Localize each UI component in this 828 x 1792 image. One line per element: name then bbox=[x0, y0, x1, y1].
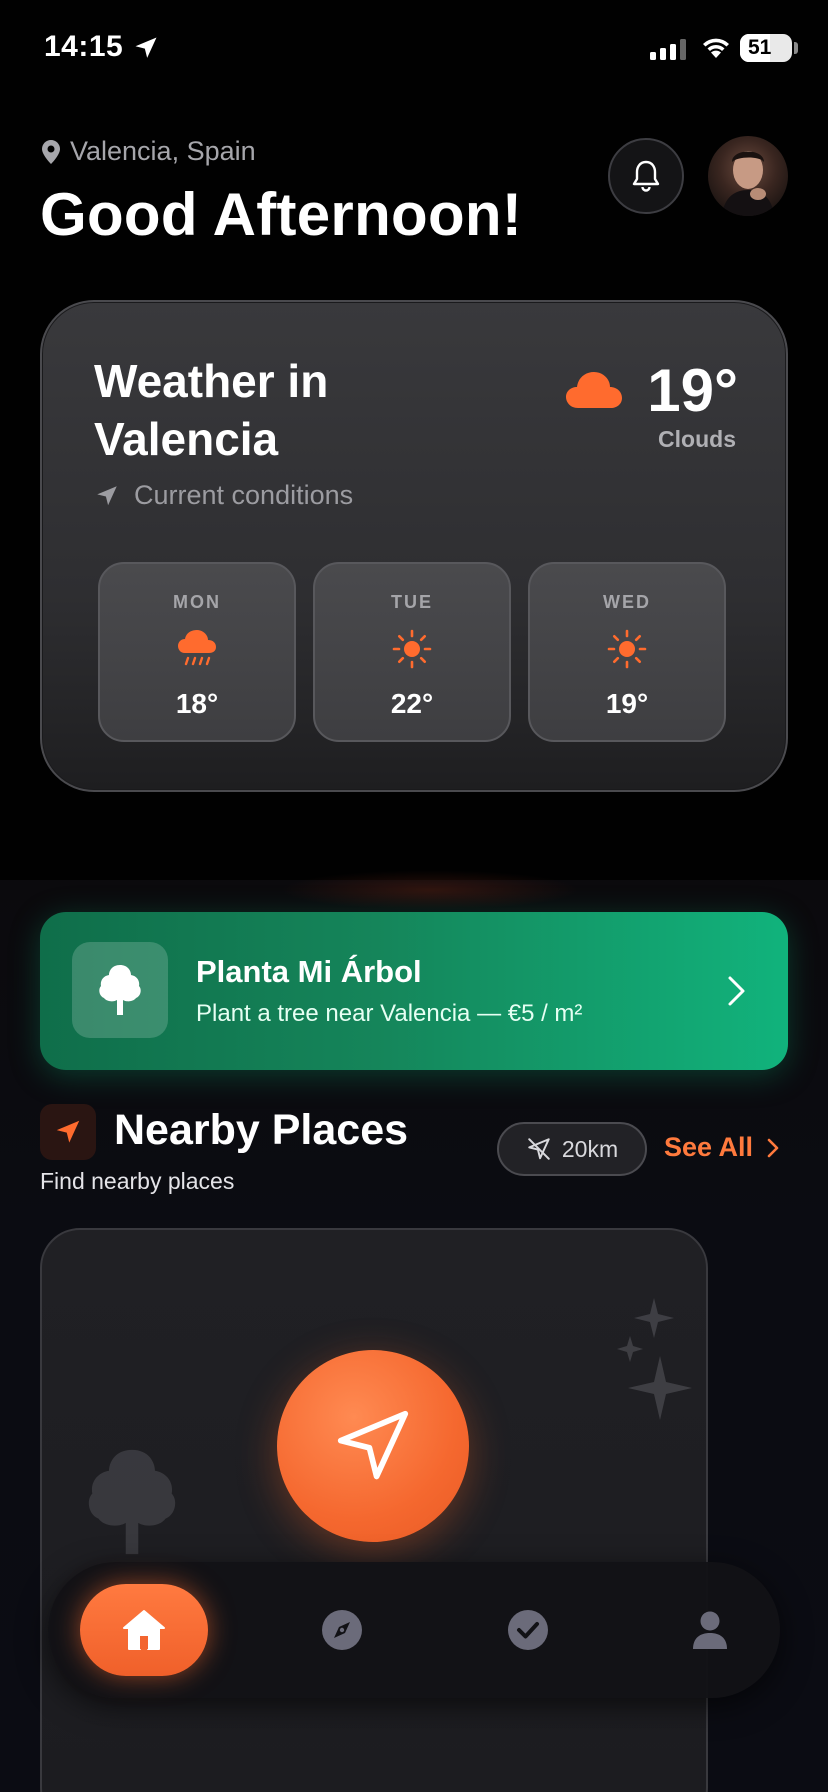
forecast-day-name: WED bbox=[603, 592, 651, 612]
forecast-temperature: 19° bbox=[605, 688, 649, 719]
sun-icon bbox=[607, 629, 647, 669]
tab-home[interactable] bbox=[80, 1584, 208, 1676]
tab-profile[interactable] bbox=[678, 1584, 742, 1676]
check-icon bbox=[508, 1610, 548, 1650]
tree-icon bbox=[99, 965, 141, 1015]
notifications-button[interactable] bbox=[608, 138, 684, 214]
battery-level: 51 bbox=[748, 36, 772, 59]
current-condition: Clouds bbox=[658, 426, 736, 452]
radius-filter-button[interactable]: 20km bbox=[497, 1122, 647, 1176]
battery-tip bbox=[794, 42, 798, 54]
weather-subtitle: Current conditions bbox=[134, 480, 354, 510]
weather-subtitle-row: Current conditions bbox=[94, 480, 353, 511]
location-label: Valencia, Spain bbox=[42, 136, 256, 167]
avatar[interactable] bbox=[708, 136, 788, 216]
nearby-icon-box bbox=[40, 1104, 96, 1160]
weather-card[interactable]: Weather in Valencia Current conditions 1… bbox=[40, 300, 788, 792]
forecast-day-name: MON bbox=[173, 592, 221, 612]
promo-subtitle: Plant a tree near Valencia — €5 / m² bbox=[196, 1000, 583, 1027]
tree-decoration-icon bbox=[88, 1449, 176, 1555]
tab-explore[interactable] bbox=[310, 1584, 374, 1676]
forecast-day[interactable]: MON 18° bbox=[98, 562, 296, 742]
glow-decoration bbox=[280, 870, 580, 910]
see-all-link[interactable]: See All bbox=[664, 1132, 779, 1163]
battery-indicator: 51 bbox=[740, 34, 792, 62]
location-arrow-icon bbox=[135, 37, 157, 58]
sun-icon bbox=[392, 629, 432, 669]
cellular-signal-icon bbox=[650, 38, 686, 60]
nearby-subtitle: Find nearby places bbox=[40, 1168, 235, 1194]
profile-icon bbox=[693, 1611, 727, 1649]
navigation-arrow-icon bbox=[337, 1410, 409, 1480]
status-time: 14:15 bbox=[44, 30, 124, 63]
forecast-day-name: TUE bbox=[391, 592, 433, 612]
navigation-arrow-icon bbox=[56, 1120, 80, 1143]
weather-title: Weather in Valencia bbox=[94, 355, 329, 465]
location-pin-icon bbox=[42, 139, 60, 164]
forecast-temperature: 18° bbox=[175, 688, 219, 719]
promo-title: Planta Mi Árbol bbox=[196, 954, 422, 989]
location-off-icon bbox=[528, 1138, 550, 1160]
wifi-icon bbox=[703, 38, 729, 58]
chevron-right-icon bbox=[767, 1138, 779, 1157]
bottom-tab-bar bbox=[48, 1562, 780, 1698]
current-temperature: 19° bbox=[647, 357, 738, 424]
promo-icon-box bbox=[72, 942, 168, 1038]
see-all-label: See All bbox=[664, 1132, 754, 1162]
locate-me-button[interactable] bbox=[277, 1350, 469, 1542]
cloud-icon bbox=[566, 372, 622, 408]
forecast-day[interactable]: TUE 22° bbox=[313, 562, 511, 742]
radius-value: 20km bbox=[561, 1135, 619, 1162]
tab-tasks[interactable] bbox=[496, 1584, 560, 1676]
greeting-title: Good Afternoon! bbox=[40, 181, 523, 248]
rain-cloud-icon bbox=[178, 630, 216, 666]
navigation-arrow-icon bbox=[97, 485, 117, 505]
compass-icon bbox=[322, 1610, 362, 1650]
home-icon bbox=[123, 1610, 165, 1650]
bell-icon bbox=[632, 160, 660, 192]
location-text: Valencia, Spain bbox=[70, 136, 256, 166]
avatar-photo bbox=[722, 151, 774, 216]
forecast-temperature: 22° bbox=[390, 688, 434, 719]
forecast-day[interactable]: WED 19° bbox=[528, 562, 726, 742]
sparkles-decoration-icon bbox=[617, 1298, 692, 1420]
chevron-right-icon bbox=[728, 976, 745, 1006]
plant-tree-banner[interactable]: Planta Mi Árbol Plant a tree near Valenc… bbox=[40, 912, 788, 1070]
nearby-title: Nearby Places bbox=[114, 1106, 409, 1154]
